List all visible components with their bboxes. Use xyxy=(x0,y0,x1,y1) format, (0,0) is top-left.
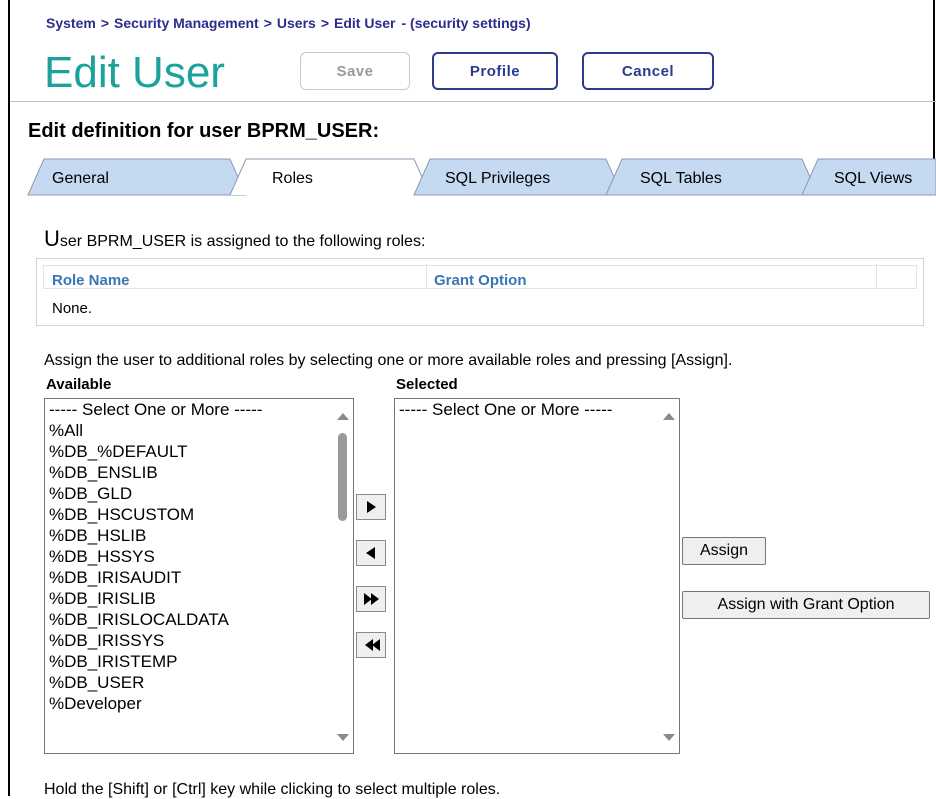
selected-roles-list[interactable]: ----- Select One or More ----- xyxy=(394,398,680,754)
window-left-border xyxy=(8,0,10,796)
breadcrumb: System > Security Management > Users > Edit Us… xyxy=(46,15,531,31)
available-items: ----- Select One or More ----- %All %DB_%D… xyxy=(45,399,353,714)
page-title: Edit User xyxy=(44,48,225,97)
assign-instructions: Assign the user to additional roles by s… xyxy=(44,352,733,369)
save-button[interactable]: Save xyxy=(300,52,410,90)
move-left-button[interactable] xyxy=(356,540,386,566)
tab-sql-tables[interactable]: SQL Tables xyxy=(640,170,722,188)
list-item[interactable]: %Developer xyxy=(45,693,353,714)
scroll-up-icon[interactable] xyxy=(663,413,675,420)
section-title: Edit definition for user BPRM_USER: xyxy=(28,120,380,142)
breadcrumb-subtitle: - (security settings) xyxy=(401,15,531,31)
tab-roles[interactable]: Roles xyxy=(272,170,313,188)
available-label: Available xyxy=(46,376,112,393)
roles-heading: User BPRM_USER is assigned to the follow… xyxy=(44,226,425,252)
window-right-border xyxy=(933,0,935,160)
table-empty-text: None. xyxy=(52,300,93,317)
scroll-down-icon[interactable] xyxy=(337,734,349,741)
column-header-grant-option[interactable]: Grant Option xyxy=(434,272,527,289)
selected-items: ----- Select One or More ----- xyxy=(395,399,679,420)
list-item[interactable]: %DB_%DEFAULT xyxy=(45,441,353,462)
list-item[interactable]: %All xyxy=(45,420,353,441)
available-roles-list[interactable]: ----- Select One or More ----- %All %DB_%D… xyxy=(44,398,354,754)
list-item[interactable]: ----- Select One or More ----- xyxy=(395,399,679,420)
list-item[interactable]: %DB_HSLIB xyxy=(45,525,353,546)
column-divider xyxy=(426,264,427,288)
selected-label: Selected xyxy=(396,376,458,393)
double-arrow-left-icon xyxy=(365,639,380,651)
move-all-right-button[interactable] xyxy=(356,586,386,612)
tab-sql-views[interactable]: SQL Views xyxy=(834,170,912,188)
list-item[interactable]: %DB_IRISAUDIT xyxy=(45,567,353,588)
breadcrumb-security-management[interactable]: Security Management xyxy=(114,15,259,31)
list-item[interactable]: %DB_IRISTEMP xyxy=(45,651,353,672)
column-divider xyxy=(876,264,877,288)
breadcrumb-users[interactable]: Users xyxy=(277,15,316,31)
assign-button[interactable]: Assign xyxy=(682,537,766,565)
tab-sql-privileges[interactable]: SQL Privileges xyxy=(445,170,550,188)
list-item[interactable]: %DB_GLD xyxy=(45,483,353,504)
scroll-down-icon[interactable] xyxy=(663,734,675,741)
list-item[interactable]: %DB_IRISSYS xyxy=(45,630,353,651)
list-item[interactable]: %DB_IRISLIB xyxy=(45,588,353,609)
available-scrollbar[interactable] xyxy=(333,399,353,753)
column-header-role-name[interactable]: Role Name xyxy=(52,272,130,289)
header-divider xyxy=(10,101,936,102)
list-item[interactable]: %DB_HSSYS xyxy=(45,546,353,567)
list-item[interactable]: %DB_USER xyxy=(45,672,353,693)
breadcrumb-system[interactable]: System xyxy=(46,15,96,31)
breadcrumb-separator: > xyxy=(100,15,109,31)
scroll-up-icon[interactable] xyxy=(337,413,349,420)
breadcrumb-separator: > xyxy=(320,15,330,31)
assigned-roles-table xyxy=(36,258,924,326)
list-item[interactable]: ----- Select One or More ----- xyxy=(45,399,353,420)
double-arrow-right-icon xyxy=(364,593,379,605)
breadcrumb-separator: > xyxy=(263,15,272,31)
roles-heading-text: ser BPRM_USER is assigned to the followi… xyxy=(59,233,426,250)
profile-button[interactable]: Profile xyxy=(432,52,558,90)
breadcrumb-edit-user[interactable]: Edit User xyxy=(334,15,395,31)
tab-general[interactable]: General xyxy=(52,170,109,188)
multi-select-hint: Hold the [Shift] or [Ctrl] key while cli… xyxy=(44,781,501,798)
roles-heading-initial: U xyxy=(44,226,60,251)
scroll-thumb[interactable] xyxy=(338,433,347,521)
arrow-left-icon xyxy=(366,547,375,559)
arrow-right-icon xyxy=(367,501,376,513)
cancel-button[interactable]: Cancel xyxy=(582,52,714,90)
list-item[interactable]: %DB_ENSLIB xyxy=(45,462,353,483)
move-all-left-button[interactable] xyxy=(356,632,386,658)
list-item[interactable]: %DB_HSCUSTOM xyxy=(45,504,353,525)
assign-with-grant-button[interactable]: Assign with Grant Option xyxy=(682,591,930,619)
selected-scrollbar[interactable] xyxy=(659,399,679,753)
list-item[interactable]: %DB_IRISLOCALDATA xyxy=(45,609,353,630)
move-right-button[interactable] xyxy=(356,494,386,520)
